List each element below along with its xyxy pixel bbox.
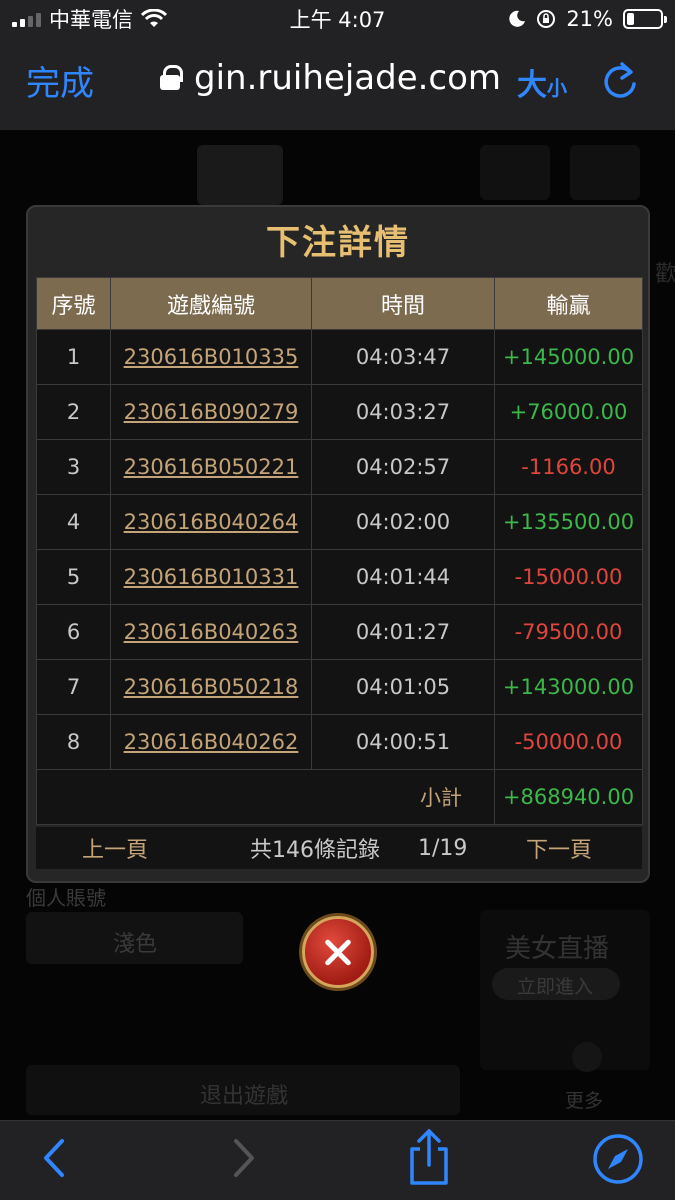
table-row: 7 230616B050218 04:01:05 +143000.00 [36,659,643,715]
row-number: 5 [36,549,111,605]
edit-icon [480,145,550,200]
game-id-link[interactable]: 230616B010335 [110,329,312,385]
text-size-small: 小 [547,76,567,100]
light-color-label: 淺色 [113,932,158,957]
bet-details-dialog: 下注詳情 序號 遊戲編號 時間 輸贏 1 230616B010335 04:03:4… [26,205,650,883]
bet-time: 04:03:27 [311,384,495,440]
column-header: 遊戲編號 [110,277,312,330]
address-field[interactable]: gin.ruihejade.com [160,58,501,98]
exit-game-label: 退出遊戲 [200,1084,289,1109]
bet-time: 04:02:57 [311,439,495,495]
win-loss-value: -15000.00 [494,549,643,605]
table-header-row: 序號 遊戲編號 時間 輸贏 [36,277,643,330]
url-text: gin.ruihejade.com [194,58,502,98]
wifi-icon [141,9,167,27]
page-indicator: 1/19 [418,835,468,861]
bet-table: 序號 遊戲編號 時間 輸贏 1 230616B010335 04:03:47 +145… [36,277,643,825]
share-icon[interactable] [404,1127,454,1187]
column-header: 時間 [311,277,495,330]
table-row: 8 230616B040262 04:00:51 -50000.00 [36,714,643,770]
win-loss-value: +135500.00 [494,494,643,550]
prev-page-button[interactable]: 上一頁 [82,832,148,864]
moon-icon [509,10,526,27]
win-loss-value: +76000.00 [494,384,643,440]
table-row: 4 230616B040264 04:02:00 +135500.00 [36,494,643,550]
bet-time: 04:00:51 [311,714,495,770]
win-loss-value: -79500.00 [494,604,643,660]
row-number: 2 [36,384,111,440]
bet-time: 04:01:05 [311,659,495,715]
game-id-link[interactable]: 230616B010331 [110,549,312,605]
carrier-label: 中華電信 [49,8,133,32]
battery-percent: 21% [566,7,613,31]
subtotal-row: 小計 +868940.00 [36,769,643,825]
game-id-link[interactable]: 230616B040263 [110,604,312,660]
row-number: 6 [36,604,111,660]
row-number: 1 [36,329,111,385]
status-bar: 中華電信 上午 4:07 21% [0,0,675,38]
game-id-link[interactable]: 230616B040264 [110,494,312,550]
subtotal-label: 小計 [36,769,495,825]
more-icon[interactable] [572,1042,602,1072]
text-size-big: 大 [517,68,547,103]
table-row: 5 230616B010331 04:01:44 -15000.00 [36,549,643,605]
done-button[interactable]: 完成 [26,56,94,105]
account-section-label: 個人賬號 [26,886,106,910]
bet-time: 04:02:00 [311,494,495,550]
lock-icon [160,65,183,91]
forward-icon[interactable] [226,1133,262,1183]
game-id-link[interactable]: 230616B050218 [110,659,312,715]
table-row: 3 230616B050221 04:02:57 -1166.00 [36,439,643,495]
table-row: 1 230616B010335 04:03:47 +145000.00 [36,329,643,385]
back-icon[interactable] [36,1133,72,1183]
rotation-lock-icon [537,10,556,28]
avatar [197,145,283,205]
live-title: 美女直播 [505,934,610,964]
settings-icon [570,145,640,200]
compass-icon[interactable] [592,1133,644,1185]
web-page: 歡 個人賬號 淺色 美女直播 立即進入 更多 退出遊戲 下注詳情 序號 遊戲編號… [0,130,675,1120]
total-records: 共146條記錄 [250,838,380,863]
win-loss-value: +143000.00 [494,659,643,715]
table-row: 6 230616B040263 04:01:27 -79500.00 [36,604,643,660]
partial-label: 歡 [655,262,675,287]
bet-time: 04:01:27 [311,604,495,660]
column-header: 輸贏 [494,277,643,330]
enter-now-label: 立即進入 [517,976,594,998]
close-dialog-button[interactable] [302,916,374,988]
text-size-button[interactable]: 大小 [517,60,567,104]
row-number: 7 [36,659,111,715]
battery-icon [623,9,667,29]
dialog-title: 下注詳情 [266,223,410,263]
reload-icon[interactable] [600,58,640,102]
table-row: 2 230616B090279 04:03:27 +76000.00 [36,384,643,440]
next-page-button[interactable]: 下一頁 [526,832,592,864]
row-number: 3 [36,439,111,495]
pagination: 上一頁 共146條記錄 1/19 下一頁 [36,827,642,869]
game-id-link[interactable]: 230616B050221 [110,439,312,495]
row-number: 8 [36,714,111,770]
win-loss-value: -1166.00 [494,439,643,495]
win-loss-value: -50000.00 [494,714,643,770]
more-label: 更多 [565,1090,604,1112]
game-id-link[interactable]: 230616B090279 [110,384,312,440]
subtotal-value: +868940.00 [494,769,643,825]
browser-url-bar: 完成 gin.ruihejade.com 大小 [0,38,675,130]
signal-icon [12,11,41,27]
bet-time: 04:01:44 [311,549,495,605]
bet-time: 04:03:47 [311,329,495,385]
win-loss-value: +145000.00 [494,329,643,385]
game-id-link[interactable]: 230616B040262 [110,714,312,770]
column-header: 序號 [36,277,111,330]
row-number: 4 [36,494,111,550]
browser-toolbar [0,1120,675,1200]
